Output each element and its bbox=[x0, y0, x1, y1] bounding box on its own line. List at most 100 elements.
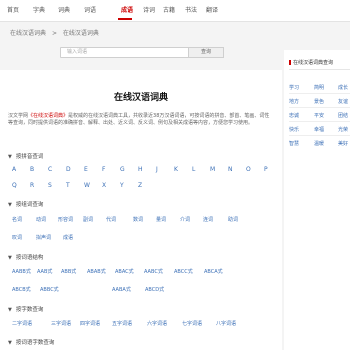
structure-tag[interactable]: 副词 bbox=[83, 216, 93, 223]
pinyin-letter[interactable]: H bbox=[138, 166, 143, 173]
nav-item-ciyu[interactable]: 词语 bbox=[84, 5, 96, 14]
structure-tag[interactable]: 介词 bbox=[180, 216, 190, 223]
form-tag[interactable]: AABB式 bbox=[12, 268, 31, 275]
intro-prefix: 汉文学网 bbox=[8, 113, 29, 119]
count-tag[interactable]: 六字词语 bbox=[147, 320, 167, 327]
pinyin-letter[interactable]: Z bbox=[138, 182, 142, 189]
sidebar-link[interactable]: 地方 bbox=[289, 98, 299, 105]
title-marker-icon bbox=[289, 60, 291, 65]
pinyin-letter[interactable]: P bbox=[264, 166, 268, 173]
pinyin-letter[interactable]: E bbox=[84, 166, 88, 173]
breadcrumb: 在线汉语词典 > 在线汉语词典 bbox=[10, 28, 103, 37]
pinyin-letter[interactable]: A bbox=[12, 166, 16, 173]
sidebar-link[interactable]: 光荣 bbox=[338, 126, 348, 133]
form-tag[interactable]: AABA式 bbox=[112, 286, 131, 293]
structure-tag[interactable]: 连词 bbox=[203, 216, 213, 223]
triangle-icon: ▼ bbox=[8, 202, 12, 208]
pinyin-letter[interactable]: J bbox=[156, 166, 158, 173]
sidebar-link[interactable]: 美好 bbox=[338, 140, 348, 147]
sidebar-link[interactable]: 团结 bbox=[338, 112, 348, 119]
form-tag[interactable]: AAB式 bbox=[37, 268, 52, 275]
form-tag[interactable]: AABC式 bbox=[144, 268, 163, 275]
sidebar-link[interactable]: 友谊 bbox=[338, 98, 348, 105]
count-tag[interactable]: 三字词语 bbox=[51, 320, 71, 327]
section-heading-pinyin: ▼ 按拼音查词 bbox=[8, 152, 43, 160]
nav-item-shufa[interactable]: 书法 bbox=[185, 5, 197, 14]
structure-tag[interactable]: 助词 bbox=[228, 216, 238, 223]
section-heading-structure: ▼ 按组词查询 bbox=[8, 200, 43, 208]
sidebar-link[interactable]: 景色 bbox=[314, 98, 324, 105]
sidebar-link[interactable]: 智慧 bbox=[289, 140, 299, 147]
nav-item-zidian[interactable]: 字典 bbox=[33, 5, 45, 14]
pinyin-letter[interactable]: M bbox=[210, 166, 215, 173]
pinyin-letter[interactable]: Y bbox=[120, 182, 124, 189]
sidebar-link[interactable]: 学习 bbox=[289, 84, 299, 91]
sidebar-link[interactable]: 简明 bbox=[314, 84, 324, 91]
sidebar-link[interactable]: 幸福 bbox=[314, 126, 324, 133]
search-button[interactable]: 查询 bbox=[188, 47, 224, 58]
breadcrumb-current: 在线汉语词典 bbox=[62, 30, 99, 37]
sidebar-divider bbox=[289, 121, 350, 122]
sidebar-title-text: 在线汉语词典查询 bbox=[293, 60, 334, 66]
pinyin-letter[interactable]: N bbox=[228, 166, 233, 173]
sidebar-link[interactable]: 成长 bbox=[338, 84, 348, 91]
pinyin-letter[interactable]: O bbox=[246, 166, 251, 173]
pinyin-letter[interactable]: W bbox=[84, 182, 90, 189]
pinyin-letter[interactable]: R bbox=[30, 182, 34, 189]
form-tag[interactable]: ABAB式 bbox=[87, 268, 106, 275]
count-tag[interactable]: 二字词语 bbox=[12, 320, 32, 327]
intro-highlight[interactable]: 《在线汉语词典》 bbox=[28, 113, 68, 119]
sidebar-divider bbox=[289, 107, 350, 108]
form-tag[interactable]: ABCC式 bbox=[174, 268, 193, 275]
pinyin-letter[interactable]: X bbox=[102, 182, 106, 189]
sidebar bbox=[284, 50, 350, 350]
page-title: 在线汉语词典 bbox=[113, 93, 168, 103]
structure-tag[interactable]: 量词 bbox=[156, 216, 166, 223]
pinyin-letter[interactable]: S bbox=[48, 182, 52, 189]
form-tag[interactable]: ABCD式 bbox=[145, 286, 164, 293]
section-heading-count: ▼ 按字数查询 bbox=[8, 305, 43, 313]
nav-item-fanyi[interactable]: 翻译 bbox=[206, 5, 218, 14]
count-tag[interactable]: 五字词语 bbox=[112, 320, 132, 327]
structure-tag[interactable]: 代词 bbox=[106, 216, 116, 223]
count-tag[interactable]: 七字词语 bbox=[182, 320, 202, 327]
sidebar-link[interactable]: 快乐 bbox=[289, 126, 299, 133]
structure-tag[interactable]: 动词 bbox=[36, 216, 46, 223]
structure-tag[interactable]: 数词 bbox=[133, 216, 143, 223]
form-tag[interactable]: ABCB式 bbox=[12, 286, 31, 293]
section-heading-text: 按词语字数查询 bbox=[15, 340, 55, 346]
nav-item-cidian[interactable]: 词典 bbox=[58, 5, 70, 14]
pinyin-letter[interactable]: B bbox=[30, 166, 34, 173]
nav-item-chengyu[interactable]: 成语 bbox=[121, 5, 133, 14]
structure-tag[interactable]: 成语 bbox=[63, 234, 73, 241]
pinyin-letter[interactable]: T bbox=[66, 182, 70, 189]
section-heading-text: 按字数查询 bbox=[15, 307, 44, 313]
sidebar-link[interactable]: 忠诚 bbox=[289, 112, 299, 119]
pinyin-letter[interactable]: Q bbox=[12, 182, 17, 189]
structure-tag[interactable]: 形容词 bbox=[58, 216, 73, 223]
breadcrumb-link[interactable]: 在线汉语词典 bbox=[10, 30, 46, 37]
pinyin-letter[interactable]: L bbox=[192, 166, 195, 173]
structure-tag[interactable]: 拟声词 bbox=[36, 234, 51, 241]
form-tag[interactable]: ABB式 bbox=[61, 268, 76, 275]
sidebar-divider bbox=[289, 135, 350, 136]
form-tag[interactable]: ABAC式 bbox=[115, 268, 134, 275]
nav-item-shici[interactable]: 诗词 bbox=[143, 5, 155, 14]
sidebar-title: 在线汉语词典查询 bbox=[289, 59, 350, 70]
form-tag[interactable]: ABCA式 bbox=[204, 268, 223, 275]
structure-tag[interactable]: 叹词 bbox=[12, 234, 22, 241]
nav-item-home[interactable]: 首页 bbox=[7, 5, 19, 14]
pinyin-letter[interactable]: F bbox=[102, 166, 105, 173]
pinyin-letter[interactable]: D bbox=[66, 166, 71, 173]
count-tag[interactable]: 四字词语 bbox=[80, 320, 100, 327]
sidebar-link[interactable]: 平安 bbox=[314, 112, 324, 119]
structure-tag[interactable]: 名词 bbox=[12, 216, 22, 223]
sidebar-link[interactable]: 温暖 bbox=[314, 140, 324, 147]
top-nav: 首页 字典 词典 词语 成语 诗词 古籍 书法 翻译 bbox=[0, 0, 350, 22]
nav-item-guji[interactable]: 古籍 bbox=[163, 5, 175, 14]
pinyin-letter[interactable]: K bbox=[174, 166, 178, 173]
form-tag[interactable]: ABBC式 bbox=[40, 286, 59, 293]
count-tag[interactable]: 八字词语 bbox=[216, 320, 236, 327]
pinyin-letter[interactable]: G bbox=[120, 166, 125, 173]
pinyin-letter[interactable]: C bbox=[48, 166, 52, 173]
